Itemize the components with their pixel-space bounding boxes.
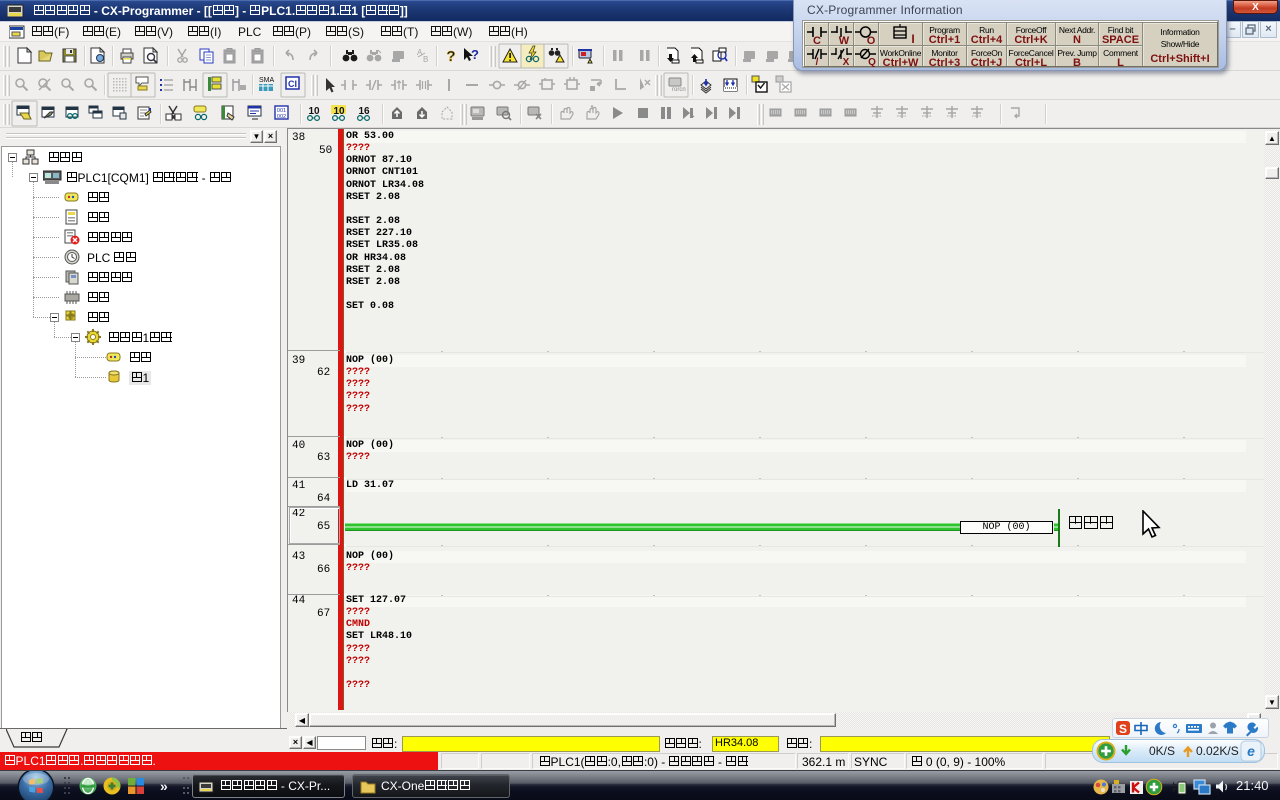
svg-text:e: e <box>1247 743 1255 759</box>
svg-text:Q: Q <box>868 57 876 67</box>
svg-text:CI: CI <box>288 79 297 89</box>
svg-text:»: » <box>160 778 168 794</box>
svg-text:SMA: SMA <box>259 77 275 84</box>
svg-text:/: / <box>816 57 819 67</box>
svg-text:I: I <box>911 32 914 46</box>
svg-text:?: ? <box>471 47 479 62</box>
svg-text:0K/S: 0K/S <box>1149 744 1175 758</box>
svg-text:?: ? <box>446 48 455 65</box>
svg-text:B: B <box>423 55 428 64</box>
svg-text:0.02K/S: 0.02K/S <box>1196 744 1239 758</box>
svg-text:002: 002 <box>277 114 286 120</box>
svg-text:rorcn: rorcn <box>672 87 686 93</box>
svg-text:S: S <box>1119 722 1127 736</box>
svg-text:X: X <box>843 57 850 67</box>
